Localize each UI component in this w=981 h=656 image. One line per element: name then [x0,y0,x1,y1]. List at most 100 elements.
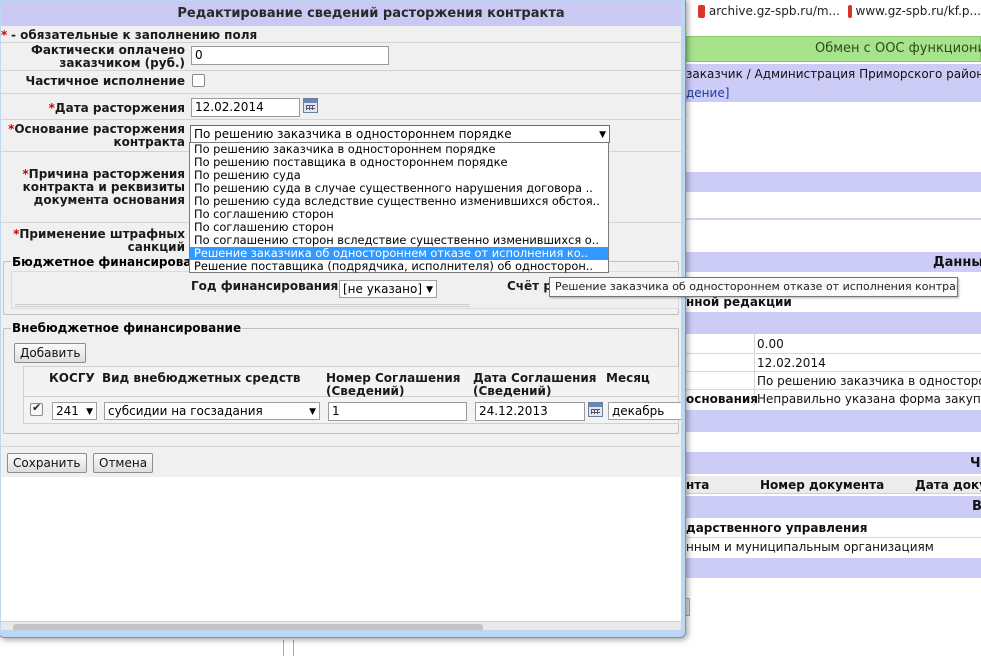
col-date: Дата Соглашения (Сведений) [473,372,597,398]
bg-divider [283,640,284,656]
dropdown-option[interactable]: По решению поставщика в одностороннем по… [190,156,608,169]
budget-legend: Бюджетное финансирован [11,255,201,269]
reason-label: *Причина расторжения контракта и реквизи… [1,168,185,207]
browser-tab-kf[interactable]: www.gz-spb.ru/kf.p... [848,0,981,22]
dropdown-option[interactable]: По решению суда вследствие существенно и… [190,195,608,208]
paid-amount-input[interactable]: 0 [191,46,389,65]
c-section-title: Ч [970,456,981,471]
termination-date-label-text: Дата расторжения [54,101,185,115]
agreement-date-input[interactable]: 24.12.2013 [475,402,585,421]
divider [1,446,681,447]
chevron-down-icon: ▼ [599,130,606,140]
dropdown-option[interactable]: По решению суда [190,169,608,182]
docs-col-number: Номер документа [760,478,885,492]
basis-select-value: По решению заказчика в одностороннем пор… [194,127,512,141]
paid-label: Фактически оплачено заказчиком (руб.) [1,44,185,70]
dropdown-option[interactable]: Решение поставщика (подрядчика, исполнит… [190,260,608,273]
row-divider [686,389,981,390]
kosgu-select[interactable]: 241 ▼ [52,402,97,420]
row-divider [686,353,981,354]
year-label: Год финансирования [191,279,339,293]
chevron-down-icon: ▼ [426,285,433,295]
partial-execution-checkbox[interactable] [192,74,205,87]
site-favicon-icon [848,4,852,18]
c-section-band [686,452,981,474]
month-value: декабрь [612,404,665,418]
site-favicon-icon [698,4,705,18]
dialog-title[interactable]: Редактирование сведений расторжения конт… [1,1,681,26]
data-section-title: Данны [933,255,981,270]
v-section-band [686,496,981,518]
termination-date-label: *Дата расторжения [1,102,185,115]
divider [1,70,681,71]
termination-dialog: Редактирование сведений расторжения конт… [0,0,686,638]
basis-label-line1: Основание расторжения [14,122,185,136]
calendar-icon[interactable] [303,98,318,113]
penalty-label: *Применение штрафных санкций [1,228,185,254]
cancel-button[interactable]: Отмена [93,453,154,473]
basis-label: *Основание расторжения контракта [1,123,185,149]
partial-label: Частичное исполнение [25,74,185,88]
funds-kind-select[interactable]: субсидии на госзадания ▼ [104,402,320,420]
date-value: 12.02.2014 [757,356,826,370]
bg-divider [293,640,294,656]
reason-value: Неправильно указана форма закупки [757,392,981,406]
v-section-title: В [972,499,981,514]
dropdown-option[interactable]: По решению заказчика в одностороннем пор… [190,143,608,156]
calendar-icon[interactable] [588,402,603,417]
tab-label: www.gz-spb.ru/kf.p... [855,4,981,18]
customer-line: заказчик / Администрация Приморского рай… [686,67,981,81]
save-button[interactable]: Сохранить [7,453,87,473]
oos-banner-text: Обмен с ООС функциони [815,41,981,56]
oos-banner: Обмен с ООС функциони [686,36,981,62]
browser-tab-archive[interactable]: archive.gz-spb.ru/m... [698,0,840,22]
col-date-line2: (Сведений) [473,384,552,398]
horizontal-scrollbar[interactable] [1,621,681,630]
paid-label-line2: заказчиком (руб.) [59,56,185,70]
bg-band-thin [686,218,981,220]
dropdown-option[interactable]: По соглашению сторон вследствие существе… [190,234,608,247]
year-select[interactable]: [не указано] ▼ [339,280,437,298]
basis-select[interactable]: По решению заказчика в одностороннем пор… [190,125,610,143]
dropdown-option[interactable]: По соглашению сторон [190,221,608,234]
reason-label-line1: Причина расторжения [28,167,185,181]
dropdown-option[interactable]: По решению суда в случае существенного н… [190,182,608,195]
divider [1,119,681,120]
divider [1,93,681,94]
option-tooltip: Решение заказчика об одностороннем отказ… [549,277,958,297]
basis-value: По решению заказчика в односторонн [757,374,981,388]
reason-label: основания [686,392,758,406]
col-kosgu: КОСГУ [49,371,95,385]
dropdown-option[interactable]: По соглашению сторон [190,208,608,221]
col-number: Номер Соглашения (Сведений) [326,372,461,398]
basis-label-line2: контракта [113,135,185,149]
row-divider [686,537,981,538]
penalty-label-line1: Применение штрафных [19,227,185,241]
basis-dropdown-list: По решению заказчика в одностороннем пор… [189,142,609,273]
extra-budget-legend: Внебюджетное финансирование [11,321,243,335]
chevron-down-icon: ▼ [86,407,93,417]
link-band [686,84,981,102]
edition-label: нной редакции [686,295,792,309]
link-line[interactable]: дение] [686,86,729,100]
agreement-number-input[interactable]: 1 [328,402,467,421]
docs-col-date: Дата доку [915,478,981,492]
municipal-label: нным и муниципальным организациям [686,540,934,554]
row-checkbox[interactable]: ✔ [30,401,43,416]
row-divider [686,371,981,372]
termination-date-input[interactable]: 12.02.2014 [191,98,300,117]
month-select[interactable]: декабрь [608,402,681,420]
required-note: - обязательные к заполнению поля [11,28,258,42]
docs-col-name: нта [686,478,710,492]
reason-label-line3: документа основания [33,193,185,207]
bg-band [686,172,981,192]
add-button[interactable]: Добавить [14,343,87,363]
dropdown-option[interactable]: Решение заказчика об одностороннем отказ… [190,247,608,260]
gov-mgmt-label: дарственного управления [686,521,868,535]
year-select-value: [не указано] [343,282,423,296]
scrollbar-thumb[interactable] [13,624,483,630]
bg-band [686,312,981,334]
chevron-down-icon: ▼ [309,407,316,417]
penalty-label-line2: санкций [127,240,185,254]
budget-scroll[interactable] [15,304,470,307]
